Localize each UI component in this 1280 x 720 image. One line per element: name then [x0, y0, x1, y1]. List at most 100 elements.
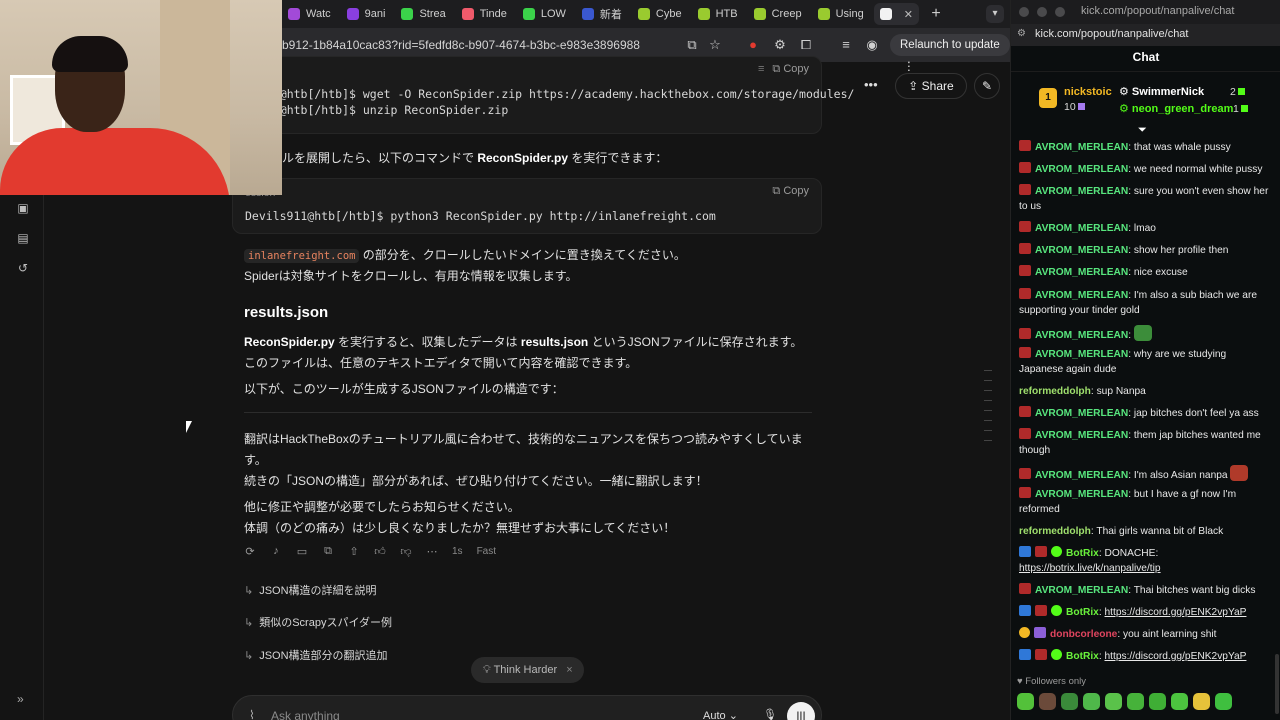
copy-code-button[interactable]: ≡ ⧉ Copy [758, 63, 809, 76]
close-tab-icon[interactable]: ✕ [904, 8, 913, 21]
chat-username[interactable]: AVROM_MERLEAN [1035, 245, 1128, 256]
suggestion-item[interactable]: ↳ JSON構造の詳細を説明 [244, 582, 377, 598]
extensions-puzzle-icon[interactable]: ⧠ [798, 37, 814, 53]
browser-tab[interactable]: ✕ [873, 3, 919, 25]
chat-username[interactable]: AVROM_MERLEAN [1035, 585, 1128, 596]
leader-name[interactable]: ⚙ neon_green_dream [1119, 102, 1233, 115]
regenerate-icon[interactable]: ⟳ [244, 545, 256, 558]
site-info-icon[interactable]: ⚙ [1017, 28, 1026, 39]
suggestion-item[interactable]: ↳ 類似のScrapyスパイダー例 [244, 614, 392, 630]
chat-username[interactable]: AVROM_MERLEAN [1035, 290, 1128, 301]
model-select[interactable]: Auto ⌄ [703, 709, 738, 720]
new-tab-button[interactable]: + [926, 4, 946, 24]
chat-username[interactable]: reformeddolph [1019, 386, 1091, 397]
library-icon[interactable]: ▤ [16, 231, 30, 245]
browser-tab[interactable]: Creep [748, 3, 808, 25]
chat-username[interactable]: AVROM_MERLEAN [1035, 142, 1128, 153]
chat-link[interactable]: https://botrix.live/k/nanpalive/tip [1019, 563, 1161, 574]
emote-icon[interactable] [1193, 693, 1210, 710]
window-controls[interactable] [1019, 7, 1065, 17]
extension-gear-icon[interactable]: ⚙ [772, 37, 788, 53]
thumbs-down-icon[interactable]: 👎︎ [400, 545, 412, 558]
reply-arrow-icon: ↳ [244, 585, 254, 597]
sub-badge-icon [1019, 347, 1031, 358]
chat-username[interactable]: AVROM_MERLEAN [1035, 408, 1128, 419]
chat-username[interactable]: BotRix [1066, 651, 1099, 662]
collapse-leaderboard-icon[interactable]: ⏷ [1138, 124, 1147, 137]
microphone-icon[interactable]: 🎙︎ [763, 708, 777, 720]
chat-username[interactable]: AVROM_MERLEAN [1035, 164, 1128, 175]
emote-icon[interactable] [1171, 693, 1188, 710]
emote-icon[interactable] [1017, 693, 1034, 710]
wrap-icon[interactable]: ≡ [758, 63, 764, 75]
attach-icon[interactable]: ⌇ [249, 708, 255, 720]
url-field[interactable]: kick.com/popout/nanpalive/chat [1035, 28, 1188, 40]
browser-tab[interactable]: Cybe [632, 3, 688, 25]
reading-list-icon[interactable]: ≡ [838, 37, 854, 53]
share-icon[interactable]: ⇧ [348, 545, 360, 558]
extension-red-icon[interactable]: ● [745, 37, 761, 53]
browser-tab[interactable]: 9ani [341, 3, 392, 25]
chat-username[interactable]: BotRix [1066, 548, 1099, 559]
share-button[interactable]: ⇪ Share [895, 73, 967, 99]
scroll-minimap[interactable] [984, 370, 994, 450]
profile-avatar-icon[interactable]: ◉ [864, 37, 880, 53]
chat-username[interactable]: donbcorleone [1050, 629, 1117, 640]
reply-arrow-icon: ↳ [244, 617, 254, 629]
browser-tab[interactable]: Watc [282, 3, 337, 25]
chat-text: sup Nanpa [1096, 386, 1146, 397]
emote-icon[interactable] [1039, 693, 1056, 710]
emote-icon[interactable] [1105, 693, 1122, 710]
emote-icon[interactable] [1061, 693, 1078, 710]
chat-link[interactable]: https://discord.gg/pENK2vpYaP [1105, 651, 1247, 662]
emote-icon[interactable] [1149, 693, 1166, 710]
new-chat-icon[interactable]: ✎ [974, 73, 1000, 99]
cast-icon[interactable]: ⧉ [684, 37, 700, 53]
copy-icon[interactable]: ⧉ [322, 545, 334, 558]
emote-icon[interactable] [1215, 693, 1232, 710]
chat-link[interactable]: https://discord.gg/pENK2vpYaP [1105, 607, 1247, 618]
browser-tab[interactable]: HTB [692, 3, 744, 25]
think-harder-chip[interactable]: 💡︎ Think Harder × [471, 657, 584, 683]
bookmark-star-icon[interactable]: ☆ [707, 37, 723, 53]
apps-icon[interactable]: ▣ [16, 201, 30, 215]
message-composer[interactable]: ⌇ Ask anything Auto ⌄ 🎙︎ ||| [232, 695, 822, 720]
more-options-icon[interactable]: ••• [864, 77, 878, 92]
browser-tab[interactable]: Using [812, 3, 870, 25]
chat-scrollbar[interactable] [1275, 654, 1279, 714]
chat-message: BotRix: https://discord.gg/pENK2vpYaP [1019, 605, 1271, 620]
suggestion-item[interactable]: ↳ JSON構造部分の翻訳追加 [244, 647, 388, 663]
copy-code-button[interactable]: ⧉ Copy [772, 185, 809, 198]
history-icon[interactable]: ↺ [16, 261, 30, 275]
leader-name[interactable]: ⚙ SwimmerNick [1119, 85, 1204, 98]
chat-username[interactable]: AVROM_MERLEAN [1035, 470, 1128, 481]
expand-sidebar-icon[interactable]: » [17, 692, 24, 706]
chat-username[interactable]: reformeddolph [1019, 526, 1091, 537]
tab-favicon-icon [697, 8, 710, 20]
emote-icon[interactable] [1127, 693, 1144, 710]
browser-tab[interactable]: 新着 [576, 3, 628, 25]
more-icon[interactable]: ⋯ [426, 545, 438, 558]
chat-username[interactable]: AVROM_MERLEAN [1035, 267, 1128, 278]
browser-tab[interactable]: Strea [395, 3, 451, 25]
chat-username[interactable]: AVROM_MERLEAN [1035, 330, 1128, 341]
url-field[interactable]: b912-1b84a10cac83?rid=5fedfd8c-b907-4674… [282, 34, 722, 56]
comment-icon[interactable]: ▭ [296, 545, 308, 558]
browser-tab[interactable]: Tinde [456, 3, 513, 25]
chat-username[interactable]: AVROM_MERLEAN [1035, 186, 1128, 197]
relaunch-button[interactable]: Relaunch to update ⋮ [890, 34, 1010, 73]
chat-username[interactable]: BotRix [1066, 607, 1099, 618]
chat-username[interactable]: AVROM_MERLEAN [1035, 349, 1128, 360]
chat-username[interactable]: AVROM_MERLEAN [1035, 489, 1128, 500]
close-icon[interactable]: × [566, 664, 572, 676]
composer-input[interactable]: Ask anything [271, 709, 340, 720]
chat-username[interactable]: AVROM_MERLEAN [1035, 430, 1128, 441]
tab-search-button[interactable]: ▾ [986, 5, 1004, 23]
browser-tab[interactable]: LOW [517, 3, 572, 25]
emote-icon[interactable] [1083, 693, 1100, 710]
chat-username[interactable]: AVROM_MERLEAN [1035, 223, 1128, 234]
thumbs-up-icon[interactable]: 👍︎ [374, 545, 386, 558]
read-aloud-icon[interactable]: ♪ [270, 545, 282, 557]
voice-mode-button[interactable]: ||| [787, 702, 815, 720]
leader-name[interactable]: nickstoic [1064, 86, 1112, 98]
